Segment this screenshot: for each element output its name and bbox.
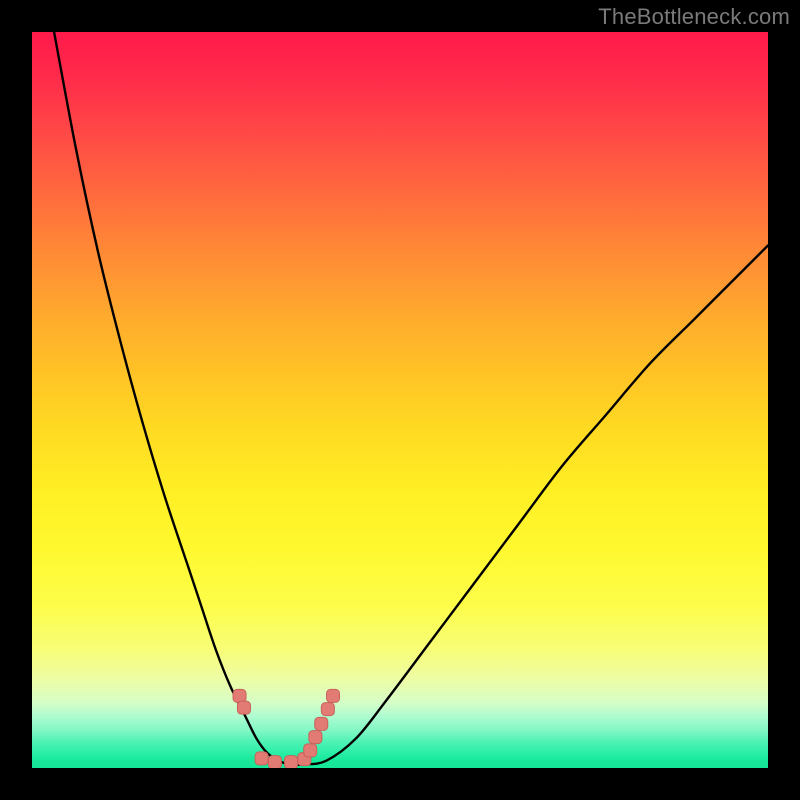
marker-point (327, 689, 340, 702)
marker-point (285, 756, 298, 768)
marker-point (268, 756, 281, 768)
watermark-text: TheBottleneck.com (598, 4, 790, 30)
marker-point (304, 744, 317, 757)
marker-point (255, 752, 268, 765)
highlighted-points (233, 689, 339, 768)
marker-point (233, 689, 246, 702)
marker-point (315, 717, 328, 730)
curve-layer (32, 32, 768, 768)
marker-point (237, 701, 250, 714)
marker-point (309, 731, 322, 744)
plot-area (32, 32, 768, 768)
marker-point (321, 703, 334, 716)
chart-stage: TheBottleneck.com (0, 0, 800, 800)
bottleneck-curve (54, 32, 768, 765)
